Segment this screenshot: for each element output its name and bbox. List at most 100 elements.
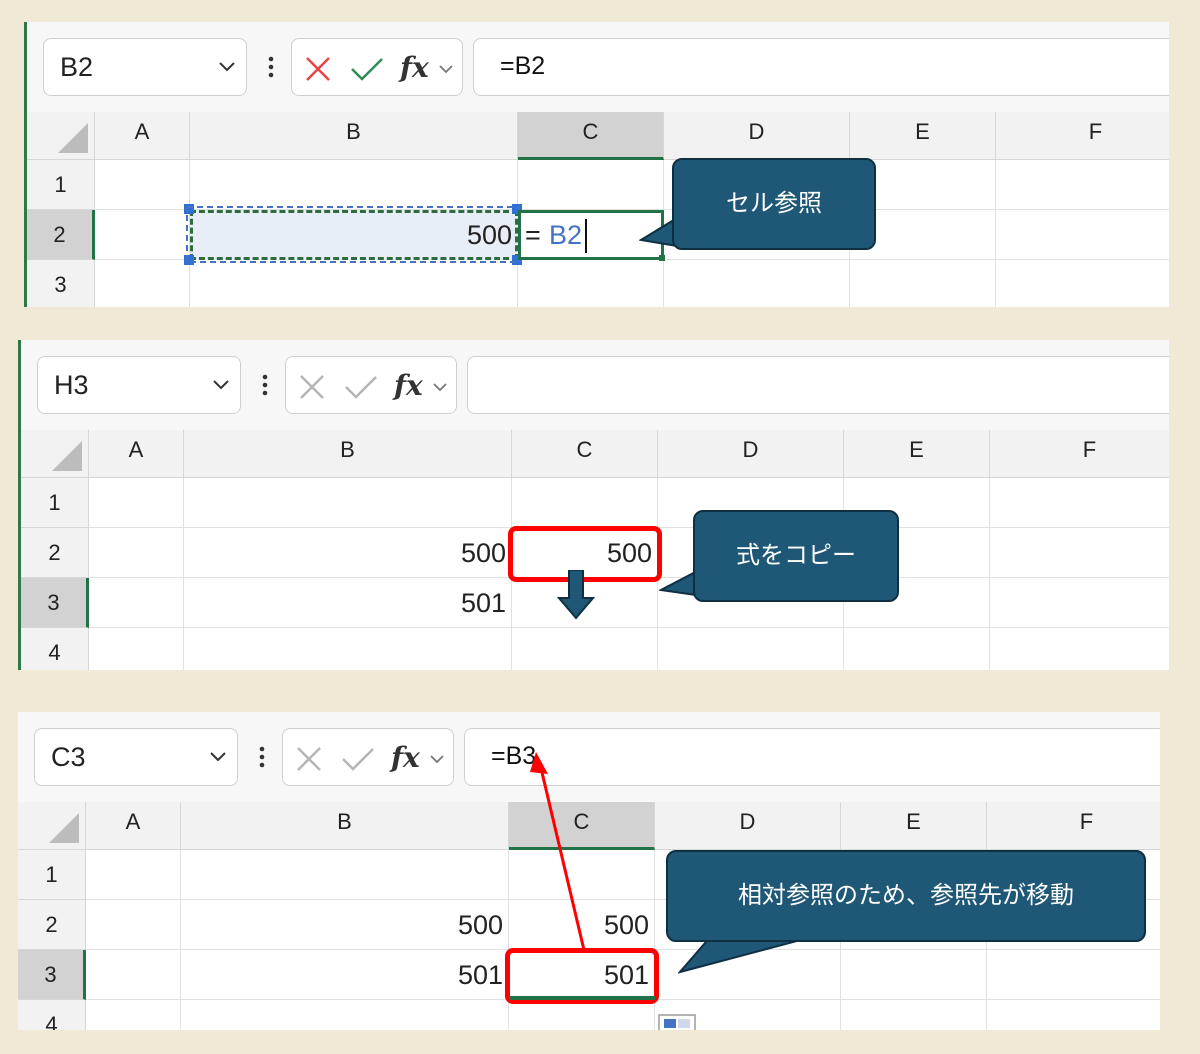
cell[interactable] bbox=[990, 528, 1169, 578]
column-header-f[interactable]: F bbox=[990, 430, 1169, 478]
cell[interactable] bbox=[86, 1000, 181, 1030]
row-header-1[interactable]: 1 bbox=[27, 160, 95, 210]
cell[interactable] bbox=[86, 950, 181, 1000]
column-header-e[interactable]: E bbox=[844, 430, 990, 478]
column-header-b[interactable]: B bbox=[184, 430, 512, 478]
more-vertical-icon[interactable] bbox=[262, 374, 268, 396]
enter-check-icon[interactable] bbox=[350, 55, 384, 83]
cell[interactable] bbox=[190, 160, 518, 210]
row-header-1[interactable]: 1 bbox=[18, 850, 86, 900]
formula-input[interactable] bbox=[467, 356, 1169, 414]
cell[interactable] bbox=[184, 628, 512, 670]
enter-check-icon[interactable] bbox=[344, 373, 378, 401]
cell-b2-value: 500 bbox=[466, 220, 512, 250]
insert-function-icon[interactable]: fx bbox=[400, 51, 429, 84]
column-header-c[interactable]: C bbox=[518, 112, 664, 160]
cell[interactable] bbox=[841, 950, 987, 1000]
column-header-d[interactable]: D bbox=[658, 430, 844, 478]
cell[interactable] bbox=[86, 900, 181, 950]
cell[interactable] bbox=[987, 1000, 1160, 1030]
fill-handle[interactable] bbox=[659, 255, 665, 261]
cell[interactable] bbox=[190, 260, 518, 307]
chevron-down-icon[interactable] bbox=[432, 382, 448, 392]
cell[interactable] bbox=[518, 160, 664, 210]
row-header-3[interactable]: 3 bbox=[21, 578, 89, 628]
cell[interactable] bbox=[512, 478, 658, 528]
cell[interactable] bbox=[89, 528, 184, 578]
name-box[interactable]: H3 bbox=[37, 356, 241, 414]
select-all-corner[interactable] bbox=[21, 430, 89, 478]
name-box[interactable]: C3 bbox=[34, 728, 238, 786]
callout-copy-formula: 式をコピー bbox=[693, 510, 899, 602]
row-header-3[interactable]: 3 bbox=[27, 260, 95, 307]
cell[interactable] bbox=[86, 850, 181, 900]
cell[interactable] bbox=[996, 260, 1169, 307]
select-all-corner[interactable] bbox=[18, 802, 86, 850]
column-header-f[interactable]: F bbox=[987, 802, 1160, 850]
formula-bar: H3 fx bbox=[21, 340, 1169, 430]
cell[interactable] bbox=[841, 1000, 987, 1030]
cancel-icon[interactable] bbox=[304, 55, 332, 83]
cell[interactable] bbox=[990, 578, 1169, 628]
cell[interactable] bbox=[95, 210, 190, 260]
formula-bar: B2 fx =B2 bbox=[27, 22, 1169, 112]
row-header-2[interactable]: 2 bbox=[21, 528, 89, 578]
cell[interactable] bbox=[990, 478, 1169, 528]
cell[interactable] bbox=[987, 950, 1160, 1000]
insert-function-icon[interactable]: fx bbox=[394, 369, 423, 402]
chevron-down-icon[interactable] bbox=[438, 64, 454, 74]
cell[interactable] bbox=[181, 850, 509, 900]
column-header-f[interactable]: F bbox=[996, 112, 1169, 160]
column-header-e[interactable]: E bbox=[841, 802, 987, 850]
column-header-d[interactable]: D bbox=[664, 112, 850, 160]
enter-check-icon[interactable] bbox=[341, 745, 375, 773]
cell[interactable] bbox=[184, 478, 512, 528]
cell-b2-value: 500 bbox=[460, 538, 506, 568]
cell[interactable] bbox=[89, 578, 184, 628]
text-cursor bbox=[585, 219, 587, 253]
formula-controls: fx bbox=[282, 728, 454, 786]
cancel-icon[interactable] bbox=[298, 373, 326, 401]
chevron-down-icon[interactable] bbox=[429, 754, 445, 764]
row-header-3[interactable]: 3 bbox=[18, 950, 86, 1000]
column-header-a[interactable]: A bbox=[89, 430, 184, 478]
column-header-b[interactable]: B bbox=[190, 112, 518, 160]
insert-function-icon[interactable]: fx bbox=[391, 741, 420, 774]
cell[interactable] bbox=[844, 628, 990, 670]
cell[interactable] bbox=[512, 628, 658, 670]
cell[interactable] bbox=[89, 478, 184, 528]
cell[interactable] bbox=[996, 160, 1169, 210]
column-header-a[interactable]: A bbox=[95, 112, 190, 160]
cell[interactable] bbox=[89, 628, 184, 670]
row-header-1[interactable]: 1 bbox=[21, 478, 89, 528]
row-header-2[interactable]: 2 bbox=[18, 900, 86, 950]
cell[interactable] bbox=[658, 628, 844, 670]
row-header-2[interactable]: 2 bbox=[27, 210, 95, 260]
cell[interactable] bbox=[95, 160, 190, 210]
more-vertical-icon[interactable] bbox=[259, 746, 265, 768]
column-header-b[interactable]: B bbox=[181, 802, 509, 850]
row-header-4[interactable]: 4 bbox=[18, 1000, 86, 1030]
more-vertical-icon[interactable] bbox=[268, 56, 274, 78]
column-header-d[interactable]: D bbox=[655, 802, 841, 850]
cell[interactable] bbox=[509, 1000, 655, 1030]
column-header-c[interactable]: C bbox=[512, 430, 658, 478]
row-header-4[interactable]: 4 bbox=[21, 628, 89, 670]
cell[interactable] bbox=[518, 260, 664, 307]
column-header-e[interactable]: E bbox=[850, 112, 996, 160]
select-all-corner[interactable] bbox=[27, 112, 95, 160]
chevron-down-icon[interactable] bbox=[212, 379, 230, 391]
chevron-down-icon[interactable] bbox=[218, 61, 236, 73]
paste-options-icon[interactable] bbox=[658, 1014, 698, 1030]
column-header-a[interactable]: A bbox=[86, 802, 181, 850]
chevron-down-icon[interactable] bbox=[209, 751, 227, 763]
cell[interactable] bbox=[850, 260, 996, 307]
cell[interactable] bbox=[990, 628, 1169, 670]
cell[interactable] bbox=[95, 260, 190, 307]
cancel-icon[interactable] bbox=[295, 745, 323, 773]
cell[interactable] bbox=[181, 1000, 509, 1030]
name-box[interactable]: B2 bbox=[43, 38, 247, 96]
cell[interactable] bbox=[664, 260, 850, 307]
cell[interactable] bbox=[996, 210, 1169, 260]
formula-input[interactable]: =B2 bbox=[473, 38, 1169, 96]
